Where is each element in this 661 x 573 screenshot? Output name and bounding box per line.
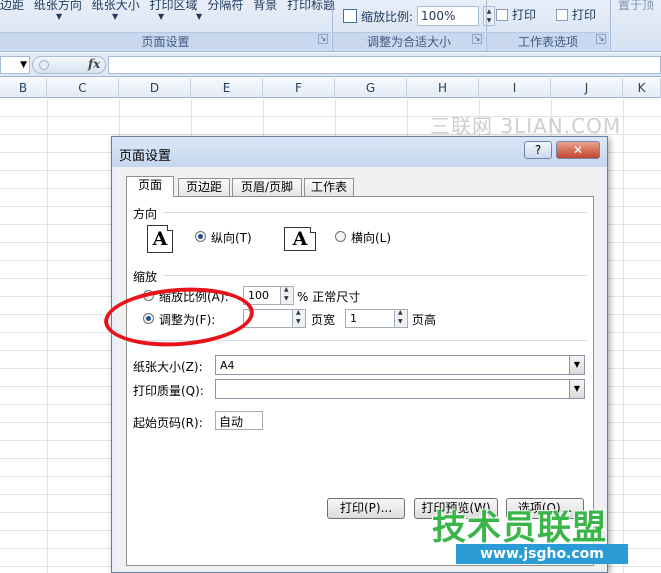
print-button[interactable]: 打印(P)...	[327, 498, 405, 519]
print-quality-label: 打印质量(Q):	[133, 384, 204, 398]
checkbox-icon[interactable]	[496, 8, 508, 21]
insert-function-icon[interactable]: fx	[88, 57, 100, 71]
landscape-label[interactable]: 横向(L)	[351, 229, 391, 246]
page-fold-icon	[310, 227, 316, 233]
section-divider	[163, 212, 587, 213]
landscape-radio[interactable]	[335, 231, 346, 242]
adjust-to-spinner[interactable]	[280, 286, 294, 305]
group-divider	[610, 0, 611, 52]
column-header[interactable]: I	[479, 78, 551, 98]
column-header[interactable]: D	[119, 78, 191, 98]
pages-wide-suffix: 页宽	[311, 313, 336, 327]
landscape-page-icon: A	[284, 227, 316, 251]
ribbon-commands: 边距 纸张方向 纸张大小 打印区域 分隔符 背景 打印标题	[0, 0, 341, 13]
background-button[interactable]: 背景	[253, 0, 277, 12]
scale-spinner[interactable]: ▲ ▼	[483, 6, 496, 26]
pages-tall-input[interactable]: 1	[345, 309, 395, 328]
size-button[interactable]: 纸张大小	[92, 0, 140, 12]
column-header[interactable]: K	[623, 78, 661, 98]
chevron-down-icon[interactable]: ▼	[569, 379, 585, 399]
formula-input[interactable]	[108, 56, 661, 74]
watermark-logo-text: 技术员联盟	[432, 508, 607, 548]
breaks-button[interactable]: 分隔符	[207, 0, 243, 12]
headings-print-label: 打印	[572, 8, 597, 22]
column-header[interactable]: B	[0, 78, 47, 98]
pages-tall-suffix: 页高	[412, 313, 437, 327]
dialog-titlebar[interactable]: 页面设置 ? ✕	[112, 137, 607, 167]
adjust-to-suffix: % 正常尺寸	[297, 290, 361, 304]
chevron-down-icon[interactable]: ▼	[196, 12, 202, 21]
portrait-page-icon: A	[147, 225, 173, 253]
grid-line	[47, 99, 48, 573]
page-fold-icon	[167, 225, 173, 231]
landscape-glyph: A	[292, 228, 308, 250]
paper-size-select[interactable]: A4 ▼	[215, 355, 585, 375]
name-box[interactable]: ▼	[0, 56, 30, 74]
help-button[interactable]: ?	[524, 141, 552, 159]
page-setup-launcher-icon[interactable]: ↘	[318, 34, 328, 44]
tab-margins[interactable]: 页边距	[178, 178, 230, 196]
portrait-label[interactable]: 纵向(T)	[211, 229, 252, 246]
column-header[interactable]: F	[263, 78, 335, 98]
ribbon: 边距 纸张方向 纸张大小 打印区域 分隔符 背景 打印标题 ▼ ▼ ▼ ▼ 页面…	[0, 0, 661, 52]
column-header[interactable]: G	[335, 78, 407, 98]
formula-bar: ▼ fx	[0, 53, 661, 77]
dialog-title: 页面设置	[119, 149, 172, 164]
pages-wide-spinner[interactable]	[292, 309, 306, 328]
first-page-number-input[interactable]: 自动	[215, 411, 263, 430]
portrait-radio[interactable]	[195, 231, 206, 242]
sheet-options-launcher-icon[interactable]: ↘	[596, 34, 606, 44]
group-label-sheet-options: 工作表选项	[487, 32, 609, 50]
chevron-down-icon[interactable]: ▼	[569, 355, 585, 375]
column-headers: B C D E F G H I J K	[0, 78, 661, 98]
column-header[interactable]: H	[407, 78, 479, 98]
group-label-page-setup: 页面设置	[0, 32, 331, 50]
tab-sheet[interactable]: 工作表	[304, 178, 354, 196]
watermark-url: www.jsgho.com	[456, 544, 628, 564]
group-label-scale-to-fit: 调整为合适大小	[333, 32, 485, 50]
headings-print-check[interactable]: 打印	[556, 6, 596, 23]
scale-control: 缩放比例: 100% ▲ ▼	[343, 6, 496, 26]
tab-page[interactable]: 页面	[126, 176, 174, 197]
first-page-number-label: 起始页码(R):	[133, 416, 203, 430]
orientation-section-label: 方向	[133, 207, 158, 221]
gridlines-print-label: 打印	[512, 8, 537, 22]
scale-input[interactable]: 100%	[417, 6, 480, 26]
print-area-button[interactable]: 打印区域	[150, 0, 198, 12]
checkbox-icon[interactable]	[556, 8, 568, 21]
print-titles-button[interactable]: 打印标题	[287, 0, 335, 12]
scale-launcher-icon[interactable]: ↘	[472, 34, 482, 44]
column-header[interactable]: E	[191, 78, 263, 98]
section-divider	[163, 275, 587, 276]
orientation-button[interactable]: 纸张方向	[34, 0, 82, 12]
expand-icon[interactable]	[39, 60, 49, 70]
print-quality-select[interactable]: ▼	[215, 379, 585, 399]
paper-size-value: A4	[220, 359, 235, 372]
chevron-down-icon[interactable]: ▼	[56, 12, 62, 21]
pages-tall-spinner[interactable]	[394, 309, 408, 328]
close-button[interactable]: ✕	[556, 141, 600, 159]
tab-header-footer[interactable]: 页眉/页脚	[232, 178, 302, 196]
chevron-down-icon[interactable]: ▼	[112, 12, 118, 21]
chevron-down-icon[interactable]: ▼	[158, 12, 164, 21]
gridlines-print-check[interactable]: 打印	[496, 6, 536, 23]
portrait-glyph: A	[152, 228, 168, 250]
bring-forward-button[interactable]: 置于顶	[618, 0, 654, 13]
scaling-section-label: 缩放	[133, 270, 158, 284]
column-header[interactable]: C	[47, 78, 119, 98]
paper-size-label: 纸张大小(Z):	[133, 360, 203, 374]
watermark-bottom: 技术员联盟 www.jsgho.com	[430, 500, 630, 570]
scale-icon	[343, 9, 357, 23]
watermark-top: 三联网 3LIAN.COM	[430, 114, 622, 138]
column-header[interactable]: J	[551, 78, 623, 98]
margins-button[interactable]: 边距	[0, 0, 24, 12]
scale-label: 缩放比例:	[361, 9, 414, 24]
